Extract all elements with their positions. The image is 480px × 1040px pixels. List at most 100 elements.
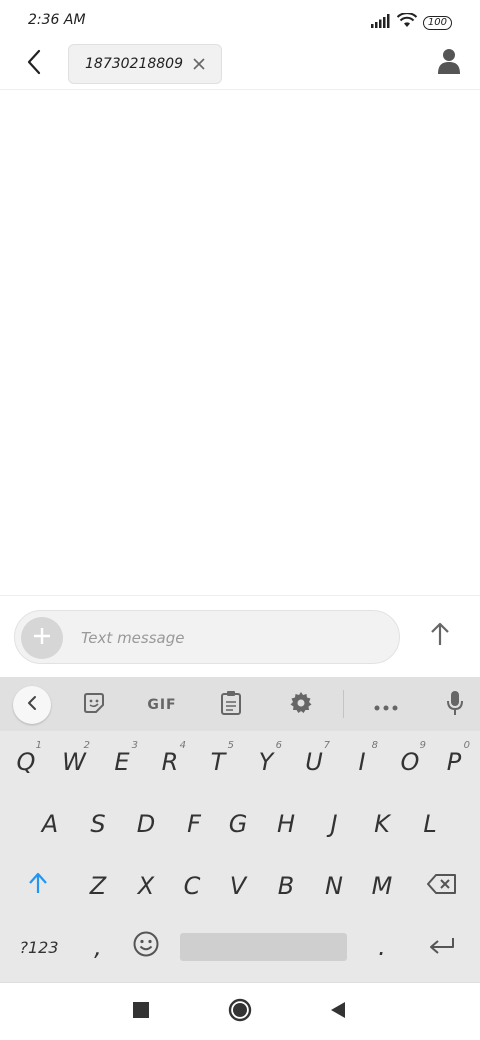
status-time: 2:36 AM (28, 12, 86, 28)
key-hint: 4 (179, 740, 186, 751)
key-k[interactable]: K (358, 794, 406, 854)
keyboard-toolbar: GIF (0, 677, 480, 731)
gear-icon (289, 691, 313, 719)
voice-input-button[interactable] (437, 687, 473, 723)
system-nav-bar (0, 982, 480, 1040)
recipient-chip[interactable]: 18730218809 (68, 44, 222, 84)
key-e[interactable]: E3 (98, 732, 146, 792)
recipient-number: 18730218809 (85, 56, 183, 72)
plus-icon (33, 627, 51, 649)
key-o[interactable]: O9 (386, 732, 434, 792)
key-hint: 5 (227, 740, 234, 751)
clipboard-button[interactable] (213, 687, 249, 723)
key-hint: 1 (35, 740, 42, 751)
status-bar: 2:36 AM 100 (0, 0, 480, 42)
key-b[interactable]: B (262, 856, 310, 916)
key-label: I (358, 748, 366, 776)
key-label: T (210, 748, 226, 776)
key-y[interactable]: Y6 (242, 732, 290, 792)
space-key[interactable] (180, 933, 347, 961)
wifi-icon (396, 12, 418, 32)
key-t[interactable]: T5 (194, 732, 242, 792)
send-arrow-icon (430, 622, 450, 650)
back-button[interactable] (20, 49, 48, 79)
key-hint: 3 (131, 740, 138, 751)
key-label: R (161, 748, 179, 776)
key-label: Y (258, 748, 274, 776)
mic-icon (446, 690, 464, 720)
symbols-key[interactable]: ?123 (10, 917, 68, 977)
key-c[interactable]: C (168, 856, 216, 916)
soft-keyboard: GIF Q1 W2 E3 R4 T5 Y6 U 7 I 8 O 9 P 0 A … (0, 677, 480, 982)
person-icon (438, 48, 460, 78)
key-p[interactable]: P0 (430, 732, 478, 792)
key-r[interactable]: R4 (146, 732, 194, 792)
recents-button[interactable] (126, 997, 156, 1027)
nav-back-button[interactable] (323, 997, 353, 1027)
key-d[interactable]: D (122, 794, 170, 854)
comma-key[interactable]: , (74, 917, 122, 977)
gif-button[interactable]: GIF (140, 687, 184, 723)
key-hint: 6 (275, 740, 282, 751)
key-hint: 8 (371, 740, 378, 751)
clipboard-icon (220, 690, 242, 720)
sticker-button[interactable] (76, 687, 112, 723)
key-row-2: A S D F G H J K L (0, 794, 480, 854)
key-l[interactable]: L (406, 794, 454, 854)
back-arrow-icon (26, 49, 42, 79)
more-button[interactable] (368, 687, 404, 723)
key-v[interactable]: V (214, 856, 262, 916)
key-hint: 7 (323, 740, 330, 751)
message-placeholder: Text message (81, 629, 185, 647)
battery-icon: 100 (422, 15, 452, 30)
square-icon (133, 1002, 149, 1022)
gif-label: GIF (147, 697, 177, 713)
key-q[interactable]: Q1 (2, 732, 50, 792)
enter-icon (429, 933, 455, 961)
settings-button[interactable] (283, 687, 319, 723)
send-button[interactable] (426, 622, 454, 650)
key-label: Q (16, 748, 36, 776)
key-x[interactable]: X (122, 856, 170, 916)
conversation-header: 18730218809 (0, 42, 480, 90)
key-j[interactable]: J (310, 794, 358, 854)
emoji-key[interactable] (122, 917, 170, 977)
message-composer: Text message (0, 595, 480, 677)
more-dots-icon (374, 696, 398, 715)
shift-icon (28, 872, 48, 900)
key-row-1: Q1 W2 E3 R4 T5 Y6 U7 I8 O9 P0 (0, 732, 480, 792)
key-w[interactable]: W2 (50, 732, 98, 792)
home-button[interactable] (225, 997, 255, 1027)
key-row-3: Z X C V B N M (0, 856, 480, 916)
key-a[interactable]: A (26, 794, 74, 854)
key-u[interactable]: U7 (290, 732, 338, 792)
key-m[interactable]: M (358, 856, 406, 916)
key-label: W (62, 748, 86, 776)
key-label: U (305, 748, 323, 776)
shift-key[interactable] (14, 856, 62, 916)
close-icon[interactable] (191, 56, 207, 72)
sticker-icon (82, 691, 106, 719)
message-input[interactable]: Text message (14, 610, 400, 664)
key-h[interactable]: H (262, 794, 310, 854)
contact-button[interactable] (434, 48, 464, 78)
key-label: O (400, 748, 420, 776)
status-icons: 100 (370, 12, 452, 32)
key-f[interactable]: F (170, 794, 218, 854)
backspace-icon (427, 872, 457, 900)
backspace-key[interactable] (416, 856, 468, 916)
toolbar-back-button[interactable] (13, 686, 51, 724)
toolbar-divider (343, 690, 344, 718)
enter-key[interactable] (416, 917, 468, 977)
key-i[interactable]: I8 (338, 732, 386, 792)
circle-icon (228, 998, 252, 1026)
key-g[interactable]: G (214, 794, 262, 854)
attach-button[interactable] (21, 617, 63, 659)
key-hint: 0 (463, 740, 470, 751)
key-hint: 9 (419, 740, 426, 751)
period-key[interactable]: . (358, 917, 406, 977)
key-s[interactable]: S (74, 794, 122, 854)
key-n[interactable]: N (310, 856, 358, 916)
key-z[interactable]: Z (74, 856, 122, 916)
key-label: P (446, 748, 462, 776)
